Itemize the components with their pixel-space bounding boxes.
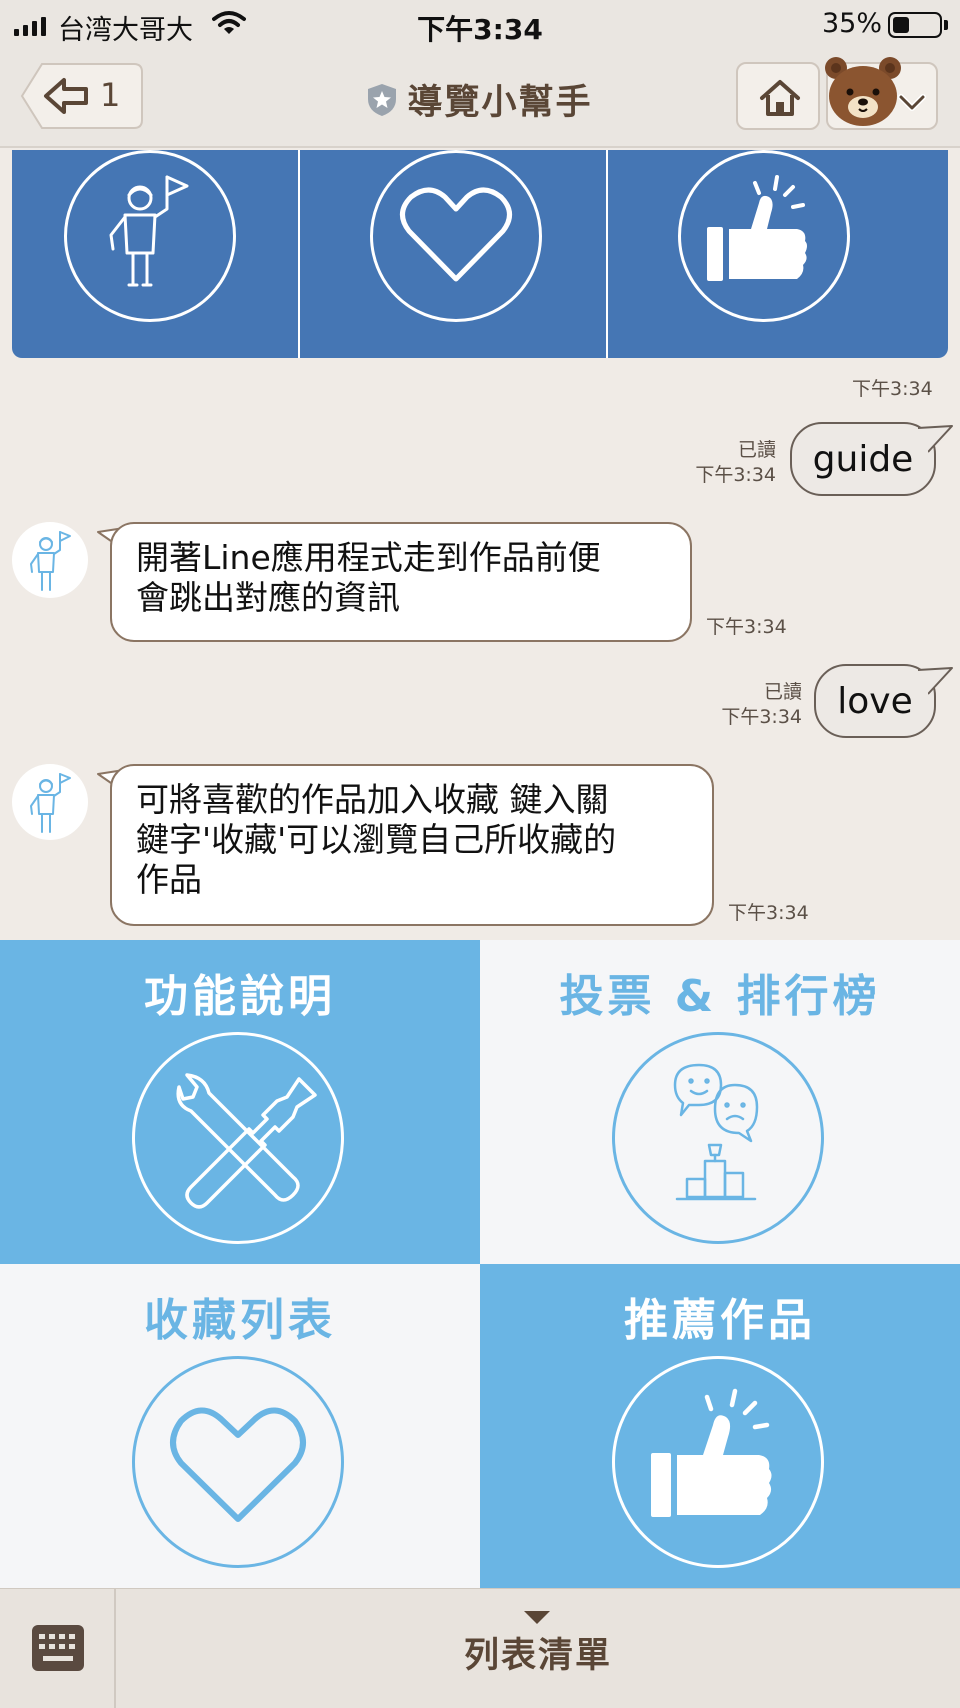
message-line: 開著Line應用程式走到作品前便 [136,538,601,577]
message-line: 可將喜歡的作品加入收藏 鍵入關 [136,780,609,819]
menu-item-label: 投票 & 排行榜 [559,971,881,1022]
status-bar: 台湾大哥大 下午3:34 35% [0,0,960,48]
bubble-tail [918,667,953,696]
menu-item-label: 收藏列表 [144,1295,336,1346]
keyboard-toggle-button[interactable] [0,1589,116,1708]
battery-icon [888,12,942,38]
chat-header: 1 導覽小幫手 [0,48,960,148]
message-timestamp: 下午3:34 [706,616,787,638]
read-receipt: 已讀 下午3:34 [686,680,802,730]
outgoing-message-bubble[interactable]: guide [790,422,936,496]
read-label: 已讀 [737,439,776,461]
battery-tip [944,20,948,30]
thumbs-up-icon [651,1388,772,1517]
guide-circle [64,150,236,322]
message-line: 會跳出對應的資訊 [136,578,400,617]
bubble-tail [918,425,953,454]
guide-person-flag-icon [30,531,71,591]
message-timestamp: 下午3:34 [728,902,809,924]
menu-item-label: 功能說明 [144,971,336,1022]
menu-item-circle [132,1032,344,1244]
tools-icon [176,1073,317,1209]
home-button[interactable] [736,62,820,130]
vote-ranking-icon [673,1063,759,1201]
chevron-down-icon[interactable] [898,94,926,112]
heart-icon [170,1407,306,1522]
guide-person-flag-icon [30,773,71,833]
read-label: 已讀 [763,681,802,703]
image-menu-card [12,150,948,358]
menu-item-vote-ranking[interactable]: 投票 & 排行榜 [480,940,960,1264]
menu-item-circle [612,1356,824,1568]
recommend-circle [678,150,850,322]
wifi-icon [212,11,246,34]
incoming-message-bubble[interactable]: 可將喜歡的作品加入收藏 鍵入關 鍵字'收藏'可以瀏覽自己所收藏的 作品 [110,764,714,926]
heart-icon [400,187,512,282]
menu-item-instructions[interactable]: 功能說明 [0,940,480,1264]
cell-signal-icon [14,16,46,36]
favorite-circle [370,150,542,322]
message-text: guide [812,438,914,480]
message-line: 作品 [136,860,202,899]
menu-item-recommended[interactable]: 推薦作品 [480,1264,960,1588]
menu-item-circle [132,1356,344,1568]
bear-avatar-icon[interactable] [822,52,904,134]
incoming-message-bubble[interactable]: 開著Line應用程式走到作品前便 會跳出對應的資訊 [110,522,692,642]
chat-title: 導覽小幫手 [407,83,593,123]
rich-menu-toggle[interactable]: 列表清單 [116,1589,960,1708]
guide-card-cell[interactable] [12,150,336,358]
message-timestamp: 下午3:34 [695,464,776,486]
caret-down-icon [524,1611,550,1624]
rich-menu-label: 列表清單 [463,1636,612,1676]
battery-percent: 35% [822,8,883,39]
bottom-bar: 列表清單 [0,1588,960,1708]
message-timestamp: 下午3:34 [721,706,802,728]
shield-star-icon [368,83,397,116]
favorite-card-cell[interactable] [300,150,624,358]
keyboard-icon [32,1625,84,1671]
bot-avatar[interactable] [12,522,88,598]
thumbs-up-icon [707,175,807,281]
guide-person-flag-icon [109,175,189,287]
carrier-name: 台湾大哥大 [58,15,193,46]
read-receipt: 已讀 下午3:34 [660,438,776,488]
rich-menu: 功能說明 投票 & 排行榜 收藏列表 推薦作品 [0,940,960,1588]
message-line: 鍵字'收藏'可以瀏覽自己所收藏的 [136,820,617,859]
message-text: love [837,680,913,722]
menu-item-favorites[interactable]: 收藏列表 [0,1264,480,1588]
home-icon [760,80,800,116]
menu-item-label: 推薦作品 [624,1295,816,1346]
menu-item-circle [612,1032,824,1244]
bot-avatar[interactable] [12,764,88,840]
message-timestamp: 下午3:34 [852,378,933,400]
recommend-card-cell[interactable] [608,150,932,358]
